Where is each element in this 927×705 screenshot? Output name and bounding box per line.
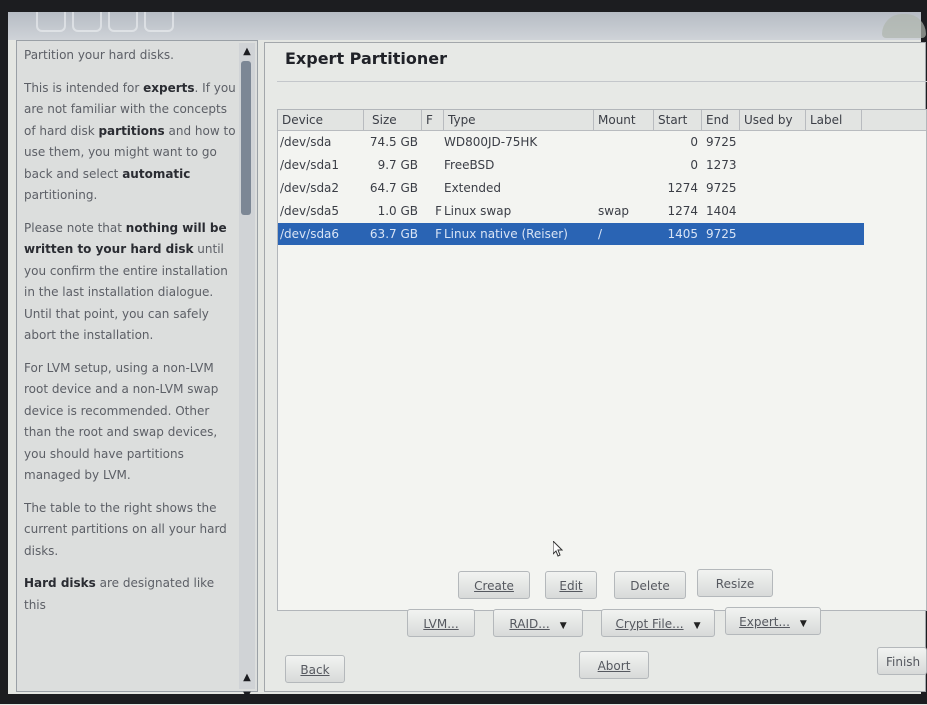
chameleon-logo xyxy=(882,14,926,38)
cell-f xyxy=(422,154,442,176)
cell-end: 9725 xyxy=(706,181,737,195)
cell-mount xyxy=(598,154,650,176)
help-heading: Partition your hard disks. xyxy=(24,48,174,62)
dropdown-arrow-icon: ▼ xyxy=(559,621,567,631)
column-header-type[interactable]: Type xyxy=(444,110,594,130)
cell-f: F xyxy=(435,227,442,241)
column-header-device[interactable]: Device xyxy=(278,110,364,130)
crypt-file-button[interactable]: Crypt File... ▼ xyxy=(601,609,715,637)
installer-header-strip xyxy=(8,12,926,40)
cell-start: 1274 xyxy=(667,181,698,195)
cell-type: FreeBSD xyxy=(444,158,495,172)
cell-size: 63.7 GB xyxy=(369,227,418,241)
column-header-f[interactable]: F xyxy=(422,110,444,130)
cell-device: /dev/sda5 xyxy=(280,204,340,218)
table-row[interactable]: /dev/sda 74.5 GB WD800JD-75HK 0 9725 xyxy=(278,131,864,153)
cell-end: 1404 xyxy=(706,204,737,218)
screen-bezel-top xyxy=(0,0,927,12)
partition-table[interactable]: Device Size F Type Mount Start End Used … xyxy=(277,109,927,611)
cell-size: 74.5 GB xyxy=(369,135,418,149)
table-header: Device Size F Type Mount Start End Used … xyxy=(278,110,926,131)
dropdown-arrow-icon: ▼ xyxy=(693,621,701,631)
column-header-size[interactable]: Size xyxy=(364,110,422,130)
help-pane: Partition your hard disks. This is inten… xyxy=(16,40,258,701)
help-text: Partition your hard disks. This is inten… xyxy=(24,45,236,685)
cell-type: Linux native (Reiser) xyxy=(444,227,568,241)
cell-device: /dev/sda2 xyxy=(280,181,340,195)
expert-button[interactable]: Expert... ▼ xyxy=(725,607,821,635)
cell-type: WD800JD-75HK xyxy=(444,135,538,149)
cell-mount xyxy=(598,131,650,153)
lvm-button[interactable]: LVM... xyxy=(407,609,475,637)
dropdown-arrow-icon: ▼ xyxy=(799,619,807,629)
edit-button[interactable]: Edit xyxy=(545,571,597,599)
cell-end: 1273 xyxy=(706,158,737,172)
cell-device: /dev/sda1 xyxy=(280,158,340,172)
create-button[interactable]: Create xyxy=(458,571,530,599)
column-header-end[interactable]: End xyxy=(702,110,740,130)
delete-button[interactable]: Delete xyxy=(614,571,686,599)
cell-start: 1274 xyxy=(667,204,698,218)
raid-button[interactable]: RAID... ▼ xyxy=(493,609,583,637)
cell-type: Linux swap xyxy=(444,204,512,218)
abort-button[interactable]: Abort xyxy=(579,651,649,679)
yast-logo xyxy=(36,12,186,34)
column-header-used-by[interactable]: Used by xyxy=(740,110,806,130)
cell-size: 1.0 GB xyxy=(377,204,418,218)
table-row[interactable]: /dev/sda2 64.7 GB Extended 1274 9725 xyxy=(278,177,864,199)
help-paragraph-nothing-written: Please note that nothing will be written… xyxy=(24,220,228,343)
title-divider xyxy=(277,81,927,82)
column-header-mount[interactable]: Mount xyxy=(594,110,654,130)
column-header-start[interactable]: Start xyxy=(654,110,702,130)
cell-mount: swap xyxy=(598,204,630,218)
cell-mount xyxy=(598,177,650,199)
cell-device: /dev/sda6 xyxy=(280,227,340,241)
main-frame: Expert Partitioner Device Size F Type Mo… xyxy=(264,42,927,692)
help-scrollbar[interactable]: ▲ ▲ ▼ xyxy=(239,43,255,701)
screen-bezel-left xyxy=(0,0,8,704)
help-paragraph-lvm: For LVM setup, using a non-LVM root devi… xyxy=(24,360,219,483)
cell-device: /dev/sda xyxy=(280,135,332,149)
cell-end: 9725 xyxy=(706,135,737,149)
cell-mount: / xyxy=(598,227,603,241)
cell-size: 9.7 GB xyxy=(377,158,418,172)
cell-start: 1405 xyxy=(667,227,698,241)
cell-end: 9725 xyxy=(706,227,737,241)
cell-type: Extended xyxy=(444,181,501,195)
resize-button[interactable]: Resize xyxy=(697,569,773,597)
scroll-down-arrow-icon[interactable]: ▲ ▼ xyxy=(239,669,255,701)
cell-f xyxy=(422,177,442,199)
cell-size: 64.7 GB xyxy=(369,181,418,195)
help-paragraph-hard-disks: Hard disks are designated like this xyxy=(24,576,215,612)
cell-f: F xyxy=(435,204,442,218)
finish-button[interactable]: Finish xyxy=(877,647,927,675)
help-paragraph-table: The table to the right shows the current… xyxy=(24,500,227,558)
help-paragraph-experts: This is intended for experts. If you are… xyxy=(24,80,236,203)
table-row[interactable]: /dev/sda5 1.0 GB F Linux swap swap 1274 1404 xyxy=(278,200,864,222)
mouse-pointer-icon xyxy=(553,541,563,557)
cell-start: 0 xyxy=(690,135,698,149)
table-row[interactable]: /dev/sda6 63.7 GB F Linux native (Reiser) / 1… xyxy=(278,223,864,245)
page-title: Expert Partitioner xyxy=(285,49,448,68)
back-button[interactable]: Back xyxy=(285,655,345,683)
cell-start: 0 xyxy=(690,158,698,172)
screen-bezel-bottom xyxy=(0,694,927,704)
scroll-up-arrow-icon[interactable]: ▲ xyxy=(239,43,255,61)
cell-f xyxy=(422,131,442,153)
scroll-thumb[interactable] xyxy=(241,61,251,215)
column-header-label[interactable]: Label xyxy=(806,110,862,130)
table-row[interactable]: /dev/sda1 9.7 GB FreeBSD 0 1273 xyxy=(278,154,864,176)
